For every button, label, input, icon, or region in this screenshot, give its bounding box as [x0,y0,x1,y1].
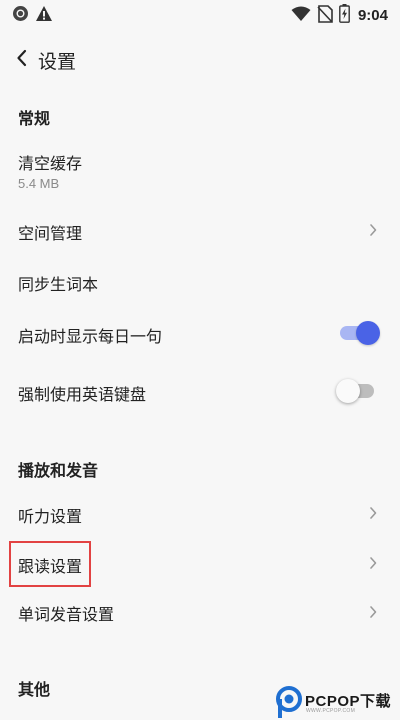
chevron-right-icon [370,557,377,569]
section-title-general: 常规 [18,109,51,128]
section-title-other: 其他 [18,680,51,699]
clear-cache-label: 清空缓存 [18,154,83,173]
section-title-playback: 播放和发音 [18,461,99,480]
pcpop-watermark: PCPOP下载 WWW.PCPOP.COM [275,685,397,719]
highlight-annotation-box [9,541,91,587]
status-bar: 9:04 [0,0,400,30]
wifi-icon [291,6,311,26]
toggle-thumb [356,321,380,345]
storage-management-row[interactable]: 空间管理 [0,205,400,255]
force-english-keyboard-toggle[interactable] [336,377,380,405]
word-pronunciation-settings-label: 单词发音设置 [18,605,115,624]
sync-wordbook-row[interactable]: 同步生词本 [0,258,400,306]
chevron-right-icon [370,224,377,236]
chevron-right-icon [370,606,377,618]
status-time: 9:04 [357,7,388,24]
chevron-left-icon [17,49,27,67]
no-sim-icon [317,4,333,27]
clear-cache-row[interactable]: 清空缓存 5.4 MB [0,140,400,198]
back-button[interactable] [14,46,36,70]
daily-quote-label: 启动时显示每日一句 [18,327,163,346]
cache-size-value: 5.4 MB [18,176,60,191]
toggle-thumb [336,379,360,403]
warning-icon [35,5,53,26]
listening-settings-row[interactable]: 听力设置 [0,490,400,536]
sync-wordbook-label: 同步生词本 [18,275,99,294]
settings-screen: 9:04 设置 常规 清空缓存 5.4 MB 空间管理 同步生词本 启动时显示每… [0,0,400,720]
word-pronunciation-settings-row[interactable]: 单词发音设置 [0,590,400,636]
daily-quote-row[interactable]: 启动时显示每日一句 [0,310,400,358]
page-title: 设置 [38,51,77,73]
watermark-tagline: WWW.PCPOP.COM [306,708,356,714]
chevron-right-icon [370,507,377,519]
listening-settings-label: 听力设置 [18,507,83,526]
app-header: 设置 [0,38,400,80]
storage-management-label: 空间管理 [18,224,83,243]
circle-status-icon [12,5,29,26]
force-english-keyboard-label: 强制使用英语键盘 [18,385,147,404]
pcpop-logo-icon [276,686,302,718]
force-english-keyboard-row[interactable]: 强制使用英语键盘 [0,368,400,416]
daily-quote-toggle[interactable] [336,319,380,347]
battery-charging-icon [339,4,350,27]
